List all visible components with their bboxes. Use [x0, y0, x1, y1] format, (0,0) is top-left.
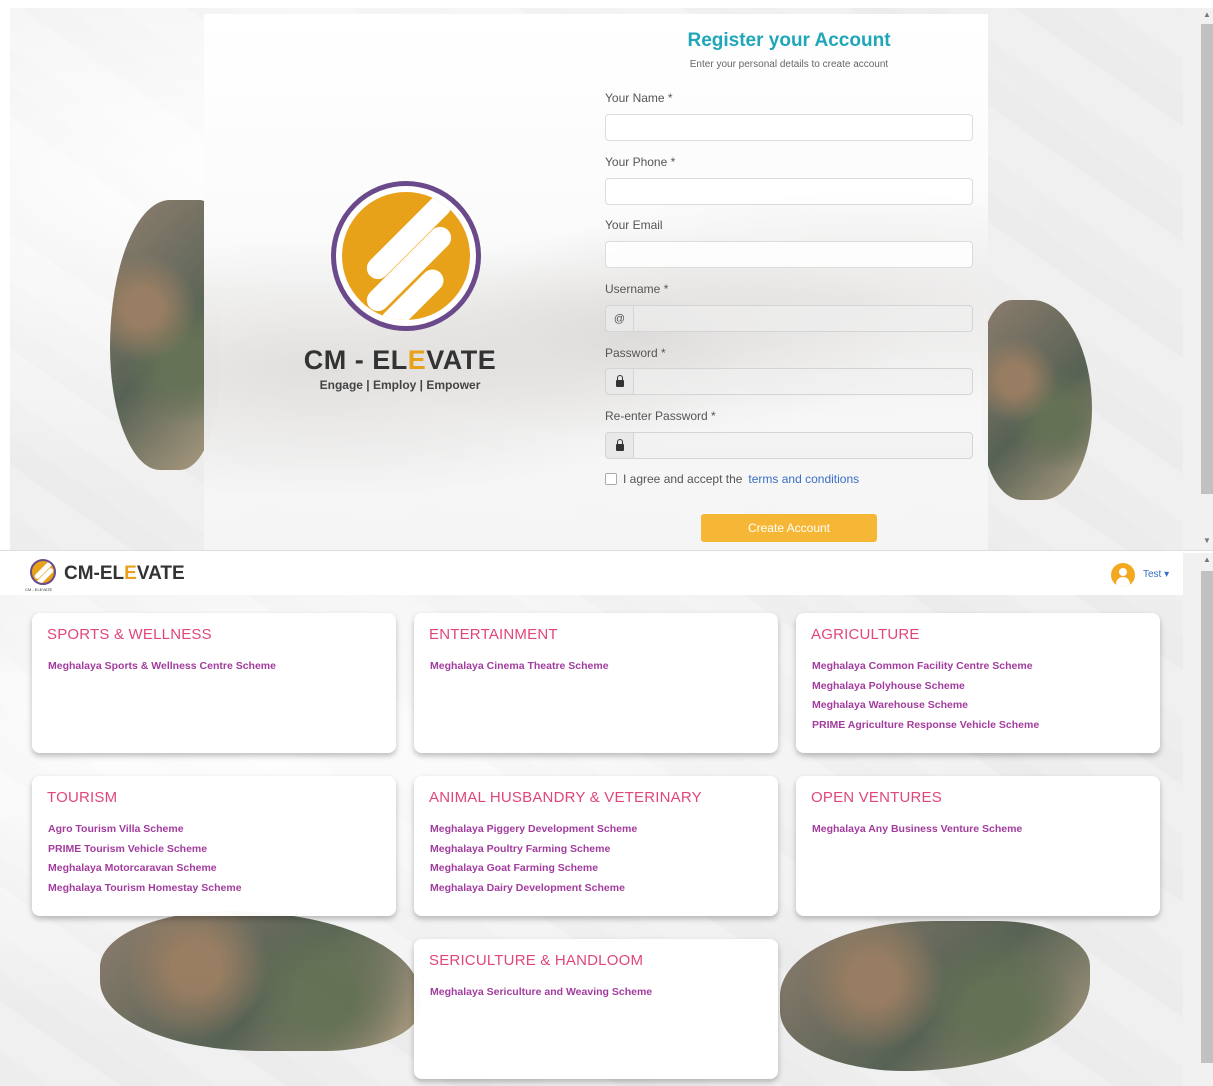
category-title: ANIMAL HUSBANDRY & VETERINARY [429, 789, 702, 806]
lock-icon [605, 368, 633, 395]
category-card: AGRICULTURE Meghalaya Common Facility Ce… [796, 613, 1160, 753]
username-input[interactable] [633, 305, 973, 332]
category-title: SERICULTURE & HANDLOOM [429, 952, 644, 969]
scroll-thumb[interactable] [1201, 571, 1213, 1063]
category-card: ENTERTAINMENT Meghalaya Cinema Theatre S… [414, 613, 778, 753]
terms-checkbox[interactable] [605, 473, 617, 485]
scheme-link[interactable]: PRIME Agriculture Response Vehicle Schem… [812, 716, 1039, 736]
category-card: TOURISM Agro Tourism Villa Scheme PRIME … [32, 776, 396, 916]
brand-logo-icon [331, 181, 481, 331]
user-menu-toggle[interactable]: Test ▾ [1143, 569, 1169, 580]
lock-icon [605, 432, 633, 459]
scheme-link[interactable]: Meghalaya Goat Farming Scheme [430, 859, 637, 879]
category-card: SERICULTURE & HANDLOOM Meghalaya Sericul… [414, 939, 778, 1079]
brand-title: CM - ELEVATE [303, 345, 497, 375]
scheme-link[interactable]: Meghalaya Common Facility Centre Scheme [812, 657, 1039, 677]
scheme-link[interactable]: Meghalaya Any Business Venture Scheme [812, 820, 1022, 840]
logo-caption: CM - ELEVATE [25, 587, 53, 592]
scheme-link[interactable]: Agro Tourism Villa Scheme [48, 820, 242, 840]
scheme-link[interactable]: Meghalaya Dairy Development Scheme [430, 879, 637, 899]
category-title: ENTERTAINMENT [429, 626, 558, 643]
category-card: OPEN VENTURES Meghalaya Any Business Ven… [796, 776, 1160, 916]
scroll-thumb[interactable] [1201, 24, 1213, 494]
email-label: Your Email [605, 218, 663, 232]
terms-text: I agree and accept the [623, 472, 743, 486]
password-group [605, 368, 973, 395]
scheme-link[interactable]: Meghalaya Warehouse Scheme [812, 696, 1039, 716]
scheme-link[interactable]: Meghalaya Sports & Wellness Centre Schem… [48, 657, 276, 677]
scheme-link[interactable]: Meghalaya Tourism Homestay Scheme [48, 879, 242, 899]
phone-input[interactable] [605, 178, 973, 205]
register-subheading: Enter your personal details to create ac… [689, 59, 889, 70]
password-input[interactable] [633, 368, 973, 395]
scheme-link[interactable]: Meghalaya Poultry Farming Scheme [430, 840, 637, 860]
username-label: Username * [605, 282, 669, 296]
phone-label: Your Phone * [605, 155, 676, 169]
scheme-link[interactable]: Meghalaya Polyhouse Scheme [812, 677, 1039, 697]
terms-row: I agree and accept the terms and conditi… [605, 472, 859, 486]
reenter-password-group [605, 432, 973, 459]
scrollbar-top[interactable]: ▲ ▼ [1183, 8, 1213, 550]
category-title: OPEN VENTURES [811, 789, 942, 806]
category-card: SPORTS & WELLNESS Meghalaya Sports & Wel… [32, 613, 396, 753]
reenter-password-input[interactable] [633, 432, 973, 459]
scroll-up-icon[interactable]: ▲ [1201, 10, 1213, 24]
category-title: AGRICULTURE [811, 626, 920, 643]
logo-icon[interactable] [30, 559, 56, 585]
scheme-link[interactable]: Meghalaya Sericulture and Weaving Scheme [430, 983, 652, 1003]
at-icon: @ [605, 305, 633, 332]
brand-tagline: Engage | Employ | Empower [319, 378, 481, 392]
top-navbar: CM - ELEVATE CM-ELEVATE Test ▾ [0, 551, 1183, 595]
register-card [204, 14, 988, 550]
scheme-link[interactable]: PRIME Tourism Vehicle Scheme [48, 840, 242, 860]
username-group: @ [605, 305, 973, 332]
scroll-up-icon[interactable]: ▲ [1201, 555, 1213, 569]
user-avatar-icon[interactable] [1111, 563, 1135, 587]
register-screen: CM - ELEVATE Engage | Employ | Empower R… [0, 0, 1213, 550]
scroll-down-icon[interactable]: ▼ [1201, 536, 1213, 550]
category-title: SPORTS & WELLNESS [47, 626, 212, 643]
nav-brand[interactable]: CM-ELEVATE [64, 563, 185, 585]
category-title: TOURISM [47, 789, 118, 806]
password-label: Password * [605, 346, 666, 360]
scrollbar-bottom[interactable]: ▲ [1183, 553, 1213, 1086]
name-input[interactable] [605, 114, 973, 141]
create-account-button[interactable]: Create Account [701, 514, 877, 542]
scheme-link[interactable]: Meghalaya Cinema Theatre Scheme [430, 657, 609, 677]
scheme-link[interactable]: Meghalaya Piggery Development Scheme [430, 820, 637, 840]
terms-link[interactable]: terms and conditions [748, 472, 859, 486]
reenter-password-label: Re-enter Password * [605, 409, 716, 423]
email-input[interactable] [605, 241, 973, 268]
name-label: Your Name * [605, 91, 673, 105]
scheme-link[interactable]: Meghalaya Motorcaravan Scheme [48, 859, 242, 879]
register-heading: Register your Account [687, 30, 891, 51]
category-card: ANIMAL HUSBANDRY & VETERINARY Meghalaya … [414, 776, 778, 916]
schemes-screen: CM - ELEVATE CM-ELEVATE Test ▾ SPORTS & … [0, 550, 1213, 1086]
